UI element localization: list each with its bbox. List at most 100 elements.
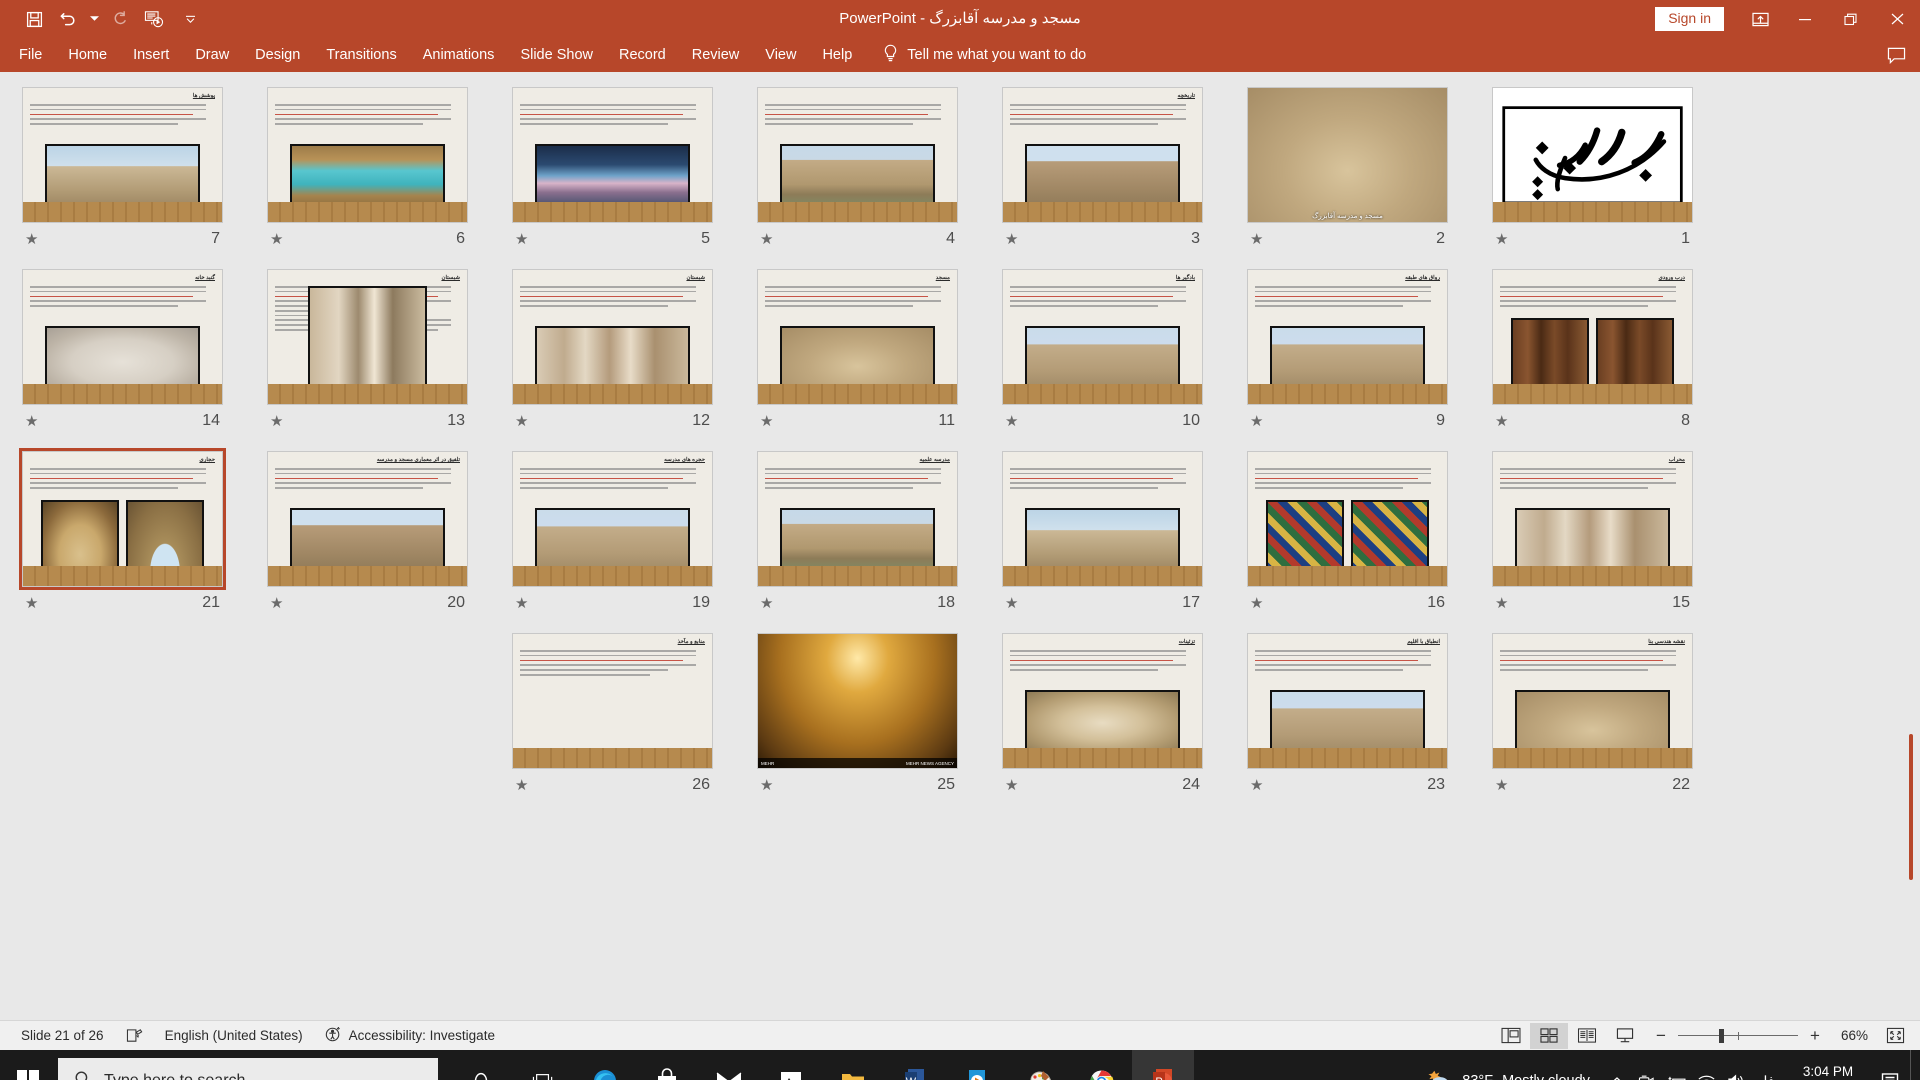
animation-star-icon[interactable]: ★ (1005, 778, 1018, 793)
normal-view-icon[interactable] (1492, 1023, 1530, 1049)
google-chrome-icon[interactable] (1070, 1050, 1132, 1080)
slide-thumbnail-20[interactable]: تلفیق در اثر معماری مسجد و مدرسه ★ 20 (245, 451, 490, 626)
slide-preview[interactable]: MEHR MEHR NEWS AGENCY (757, 633, 958, 769)
customize-quick-access-icon[interactable] (182, 4, 198, 34)
tell-me-search[interactable]: Tell me what you want to do (883, 44, 1086, 67)
slide-thumbnail-1[interactable]: ★ 1 (1470, 87, 1715, 262)
scrollbar-thumb[interactable] (1909, 734, 1913, 880)
animation-star-icon[interactable]: ★ (1250, 596, 1263, 611)
ribbon-display-options-icon[interactable] (1738, 0, 1782, 38)
language-indicator[interactable]: English (United States) (154, 1021, 314, 1051)
slide-thumbnail-10[interactable]: بادگیر ها ★ 10 (980, 269, 1225, 444)
microsoft-word-icon[interactable]: W (884, 1050, 946, 1080)
zoom-out-button[interactable]: − (1654, 1026, 1668, 1046)
paint-icon[interactable] (1008, 1050, 1070, 1080)
animation-star-icon[interactable]: ★ (760, 414, 773, 429)
minimize-button[interactable] (1782, 0, 1828, 38)
slide-thumbnail-17[interactable]: ★ 17 (980, 451, 1225, 626)
tab-review[interactable]: Review (679, 38, 753, 72)
slide-thumbnail-23[interactable]: انطباق با اقلیم ★ 23 (1225, 633, 1470, 808)
animation-star-icon[interactable]: ★ (25, 596, 38, 611)
tab-view[interactable]: View (752, 38, 809, 72)
task-view-icon[interactable] (512, 1050, 574, 1080)
accessibility-checker[interactable]: Accessibility: Investigate (314, 1021, 506, 1051)
tab-file[interactable]: File (6, 38, 55, 72)
slide-sorter-workspace[interactable]: پوشش ها ★ 7 ★ 6 ★ 5 ★ 4 تاریخچه ★ 3 مسجد و مدرسه آقا… (0, 72, 1920, 1020)
slide-preview[interactable]: حجاری (19, 448, 226, 590)
language-indicator[interactable]: فا (1752, 1050, 1786, 1080)
sign-in-button[interactable]: Sign in (1655, 7, 1724, 31)
reading-view-icon[interactable] (1568, 1023, 1606, 1049)
movies-tv-icon[interactable] (946, 1050, 1008, 1080)
slide-preview[interactable] (1247, 451, 1448, 587)
slide-thumbnail-5[interactable]: ★ 5 (490, 87, 735, 262)
animation-star-icon[interactable]: ★ (25, 414, 38, 429)
show-desktop-button[interactable] (1910, 1050, 1916, 1080)
slide-preview[interactable]: مسجد (757, 269, 958, 405)
slide-preview[interactable]: رواق های طبقه (1247, 269, 1448, 405)
restore-button[interactable] (1828, 0, 1874, 38)
animation-star-icon[interactable]: ★ (1495, 596, 1508, 611)
slide-thumbnail-11[interactable]: مسجد ★ 11 (735, 269, 980, 444)
animation-star-icon[interactable]: ★ (25, 232, 38, 247)
tab-insert[interactable]: Insert (120, 38, 182, 72)
zoom-level-label[interactable]: 66% (1832, 1028, 1868, 1043)
slide-thumbnail-4[interactable]: ★ 4 (735, 87, 980, 262)
tab-slide-show[interactable]: Slide Show (507, 38, 606, 72)
comments-icon[interactable] (1887, 47, 1906, 64)
animation-star-icon[interactable]: ★ (515, 232, 528, 247)
slide-preview[interactable] (757, 87, 958, 223)
undo-icon[interactable] (52, 4, 84, 34)
animation-star-icon[interactable]: ★ (1250, 778, 1263, 793)
slide-thumbnail-8[interactable]: درب ورودی ★ 8 (1470, 269, 1715, 444)
slide-counter[interactable]: Slide 21 of 26 (10, 1021, 115, 1051)
animation-star-icon[interactable]: ★ (1495, 414, 1508, 429)
slide-thumbnail-16[interactable]: ★ 16 (1225, 451, 1470, 626)
slide-thumbnail-14[interactable]: گنبد خانه ★ 14 (0, 269, 245, 444)
redo-icon[interactable] (104, 4, 136, 34)
animation-star-icon[interactable]: ★ (1250, 414, 1263, 429)
animation-star-icon[interactable]: ★ (270, 596, 283, 611)
slide-thumbnail-22[interactable]: نقشه هندسی بنا ★ 22 (1470, 633, 1715, 808)
start-slideshow-icon[interactable] (138, 4, 170, 34)
slide-thumbnail-15[interactable]: محراب ★ 15 (1470, 451, 1715, 626)
slide-preview[interactable]: پوشش ها (22, 87, 223, 223)
slide-preview[interactable]: انطباق با اقلیم (1247, 633, 1448, 769)
slide-thumbnail-3[interactable]: تاریخچه ★ 3 (980, 87, 1225, 262)
slide-preview[interactable]: گنبد خانه (22, 269, 223, 405)
taskbar-search-box[interactable]: Type here to search (58, 1058, 438, 1080)
slide-preview[interactable]: درب ورودی (1492, 269, 1693, 405)
photos-icon[interactable] (760, 1050, 822, 1080)
tab-animations[interactable]: Animations (410, 38, 508, 72)
windows-start-icon[interactable] (0, 1050, 56, 1080)
notes-icon[interactable] (115, 1021, 154, 1051)
slide-sorter-icon[interactable] (1530, 1022, 1568, 1049)
slide-preview[interactable] (267, 87, 468, 223)
animation-star-icon[interactable]: ★ (270, 414, 283, 429)
zoom-in-button[interactable]: + (1808, 1026, 1822, 1046)
animation-star-icon[interactable]: ★ (760, 778, 773, 793)
slide-thumbnail-25[interactable]: MEHR MEHR NEWS AGENCY ★ 25 (735, 633, 980, 808)
slide-preview[interactable]: تزئینات (1002, 633, 1203, 769)
tab-design[interactable]: Design (242, 38, 313, 72)
file-explorer-icon[interactable] (822, 1050, 884, 1080)
weather-widget[interactable]: 83°F Mostly cloudy (1413, 1067, 1602, 1080)
tab-home[interactable]: Home (55, 38, 120, 72)
slide-thumbnail-13[interactable]: شبستان ★ 13 (245, 269, 490, 444)
slide-thumbnail-9[interactable]: رواق های طبقه ★ 9 (1225, 269, 1470, 444)
cortana-icon[interactable] (450, 1050, 512, 1080)
slide-thumbnail-24[interactable]: تزئینات ★ 24 (980, 633, 1225, 808)
slide-preview[interactable]: تاریخچه (1002, 87, 1203, 223)
slide-preview[interactable]: نقشه هندسی بنا (1492, 633, 1693, 769)
slide-preview[interactable]: شبستان (267, 269, 468, 405)
zoom-slider-handle[interactable] (1718, 1028, 1724, 1043)
taskbar-clock[interactable]: 3:04 PM 6/12/2023 (1786, 1063, 1870, 1080)
slide-thumbnail-18[interactable]: مدرسه علمیه ★ 18 (735, 451, 980, 626)
vertical-scrollbar[interactable] (1905, 72, 1917, 1020)
animation-star-icon[interactable]: ★ (1495, 778, 1508, 793)
slide-preview[interactable] (512, 87, 713, 223)
slide-thumbnail-26[interactable]: منابع و مآخذ ★ 26 (490, 633, 735, 808)
powerpoint-icon[interactable]: P (1132, 1050, 1194, 1080)
animation-star-icon[interactable]: ★ (270, 232, 283, 247)
animation-star-icon[interactable]: ★ (760, 596, 773, 611)
